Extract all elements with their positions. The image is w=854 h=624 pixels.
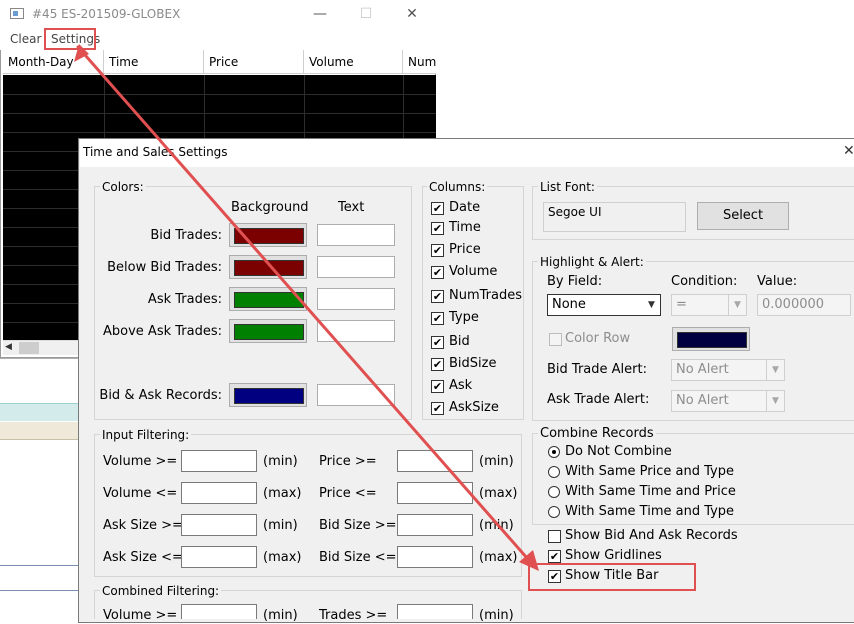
annotation-arrow <box>74 44 539 571</box>
